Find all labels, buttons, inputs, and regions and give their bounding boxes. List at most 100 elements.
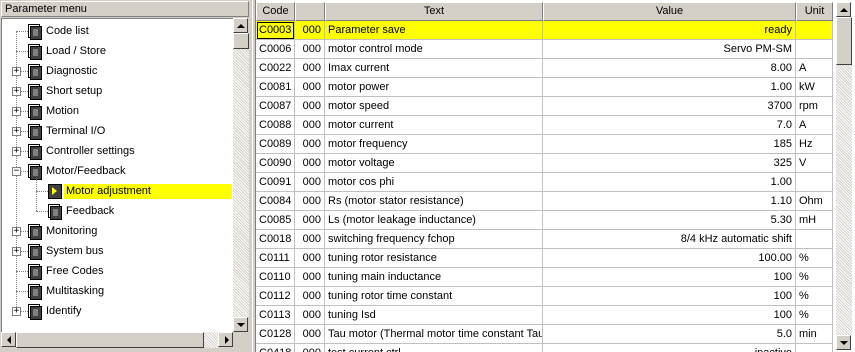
column-header-subcode[interactable]: [295, 2, 325, 21]
cell-value[interactable]: 5.0: [543, 325, 796, 344]
table-row[interactable]: C0113 000 tuning Isd 100%: [256, 306, 855, 325]
table-row[interactable]: C0091 000 motor cos phi 1.00: [256, 173, 855, 192]
table-row[interactable]: C0003 000 Parameter save ready: [256, 21, 855, 40]
tree-scroll-right-button[interactable]: [218, 332, 233, 347]
table-row[interactable]: C0018 000 switching frequency fchop 8/4 kHz…: [256, 230, 855, 249]
cell-value[interactable]: ready: [543, 21, 796, 40]
cell-value[interactable]: 5.30: [543, 211, 796, 230]
cell-value[interactable]: 185: [543, 135, 796, 154]
cell-value[interactable]: inactive: [543, 344, 796, 352]
cell-value[interactable]: 1.00: [543, 173, 796, 192]
cell-subcode[interactable]: 000: [295, 21, 325, 40]
cell-code[interactable]: C0088: [256, 116, 295, 135]
cell-unit[interactable]: [796, 344, 833, 352]
cell-subcode[interactable]: 000: [295, 268, 325, 287]
table-row[interactable]: C0110 000 tuning main inductance 100%: [256, 268, 855, 287]
tree-scroll-down-button[interactable]: [233, 317, 248, 332]
table-row[interactable]: C0006 000 motor control mode Servo PM-SM: [256, 40, 855, 59]
table-row[interactable]: C0089 000 motor frequency 185 Hz: [256, 135, 855, 154]
cell-unit[interactable]: A: [796, 116, 833, 135]
cell-text[interactable]: motor power: [325, 78, 543, 97]
expand-icon[interactable]: +: [12, 147, 21, 156]
cell-code[interactable]: C0081: [256, 78, 295, 97]
cell-subcode[interactable]: 000: [295, 135, 325, 154]
cell-unit[interactable]: %: [796, 287, 833, 306]
expand-icon[interactable]: +: [12, 67, 21, 76]
tree-scroll-left-button[interactable]: [1, 332, 16, 347]
cell-subcode[interactable]: 000: [295, 287, 325, 306]
grid-vscroll-thumb[interactable]: [836, 17, 852, 65]
expand-icon[interactable]: +: [12, 127, 21, 136]
tree-hscroll-thumb[interactable]: [16, 332, 204, 348]
cell-text[interactable]: test current ctrl: [325, 344, 543, 352]
expand-icon[interactable]: +: [12, 307, 21, 316]
cell-value[interactable]: 100: [543, 287, 796, 306]
cell-code[interactable]: C0006: [256, 40, 295, 59]
cell-unit[interactable]: %: [796, 306, 833, 325]
cell-value[interactable]: 3700: [543, 97, 796, 116]
table-row[interactable]: C0128 000 Tau motor (Thermal motor time co…: [256, 325, 855, 344]
column-header-value[interactable]: Value: [543, 2, 796, 21]
collapse-icon[interactable]: −: [12, 167, 21, 176]
tree-item-code-list[interactable]: Code list: [2, 22, 232, 42]
table-row[interactable]: C0111 000 tuning rotor resistance 100.00%: [256, 249, 855, 268]
cell-text[interactable]: tuning main inductance: [325, 268, 543, 287]
cell-value[interactable]: 1.00: [543, 78, 796, 97]
expand-icon[interactable]: +: [12, 87, 21, 96]
cell-value[interactable]: 7.0: [543, 116, 796, 135]
tree-vscroll-thumb[interactable]: [233, 33, 249, 49]
grid-scroll-down-button[interactable]: [836, 335, 851, 350]
cell-code[interactable]: C0087: [256, 97, 295, 116]
tree-item-system-bus[interactable]: + System bus: [2, 242, 232, 262]
cell-text[interactable]: Rs (motor stator resistance): [325, 192, 543, 211]
cell-text[interactable]: motor cos phi: [325, 173, 543, 192]
cell-value[interactable]: 100: [543, 306, 796, 325]
cell-code[interactable]: C0111: [256, 249, 295, 268]
column-header-unit[interactable]: Unit: [796, 2, 833, 21]
cell-value[interactable]: 1.10: [543, 192, 796, 211]
tree-item-free-codes[interactable]: Free Codes: [2, 262, 232, 282]
cell-code[interactable]: C0085: [256, 211, 295, 230]
cell-unit[interactable]: min: [796, 325, 833, 344]
cell-value[interactable]: 100: [543, 268, 796, 287]
tree-item-controller-settings[interactable]: + Controller settings: [2, 142, 232, 162]
cell-unit[interactable]: [796, 230, 833, 249]
tree-scroll-up-button[interactable]: [233, 18, 248, 33]
cell-code[interactable]: C0003: [256, 21, 295, 40]
cell-subcode[interactable]: 000: [295, 211, 325, 230]
cell-text[interactable]: motor control mode: [325, 40, 543, 59]
tree-item-terminal-i-o[interactable]: + Terminal I/O: [2, 122, 232, 142]
table-row[interactable]: C0085 000 Ls (motor leakage inductance) 5.3…: [256, 211, 855, 230]
table-row[interactable]: C0418000test current ctrlinactive: [256, 344, 855, 352]
cell-unit[interactable]: mH: [796, 211, 833, 230]
cell-subcode[interactable]: 000: [295, 154, 325, 173]
cell-text[interactable]: tuning rotor resistance: [325, 249, 543, 268]
cell-code[interactable]: C0091: [256, 173, 295, 192]
cell-subcode[interactable]: 000: [295, 344, 325, 352]
tree-item-short-setup[interactable]: + Short setup: [2, 82, 232, 102]
cell-unit[interactable]: [796, 21, 833, 40]
cell-value[interactable]: 8.00: [543, 59, 796, 78]
table-row[interactable]: C0084 000 Rs (motor stator resistance) 1.10…: [256, 192, 855, 211]
cell-code[interactable]: C0128: [256, 325, 295, 344]
cell-code[interactable]: C0084: [256, 192, 295, 211]
column-header-text[interactable]: Text: [325, 2, 543, 21]
cell-text[interactable]: switching frequency fchop: [325, 230, 543, 249]
cell-subcode[interactable]: 000: [295, 306, 325, 325]
cell-value[interactable]: 8/4 kHz automatic shift: [543, 230, 796, 249]
cell-unit[interactable]: A: [796, 59, 833, 78]
tree-item-identify[interactable]: + Identify: [2, 302, 232, 322]
cell-unit[interactable]: Hz: [796, 135, 833, 154]
table-row[interactable]: C0112 000 tuning rotor time constant 100%: [256, 287, 855, 306]
cell-text[interactable]: motor voltage: [325, 154, 543, 173]
table-row[interactable]: C0081 000 motor power 1.00 kW: [256, 78, 855, 97]
cell-unit[interactable]: V: [796, 154, 833, 173]
cell-subcode[interactable]: 000: [295, 173, 325, 192]
expand-icon[interactable]: +: [12, 227, 21, 236]
table-row[interactable]: C0088 000 motor current 7.0 A: [256, 116, 855, 135]
cell-code[interactable]: C0090: [256, 154, 295, 173]
cell-subcode[interactable]: 000: [295, 249, 325, 268]
cell-value[interactable]: Servo PM-SM: [543, 40, 796, 59]
cell-subcode[interactable]: 000: [295, 97, 325, 116]
cell-unit[interactable]: %: [796, 268, 833, 287]
